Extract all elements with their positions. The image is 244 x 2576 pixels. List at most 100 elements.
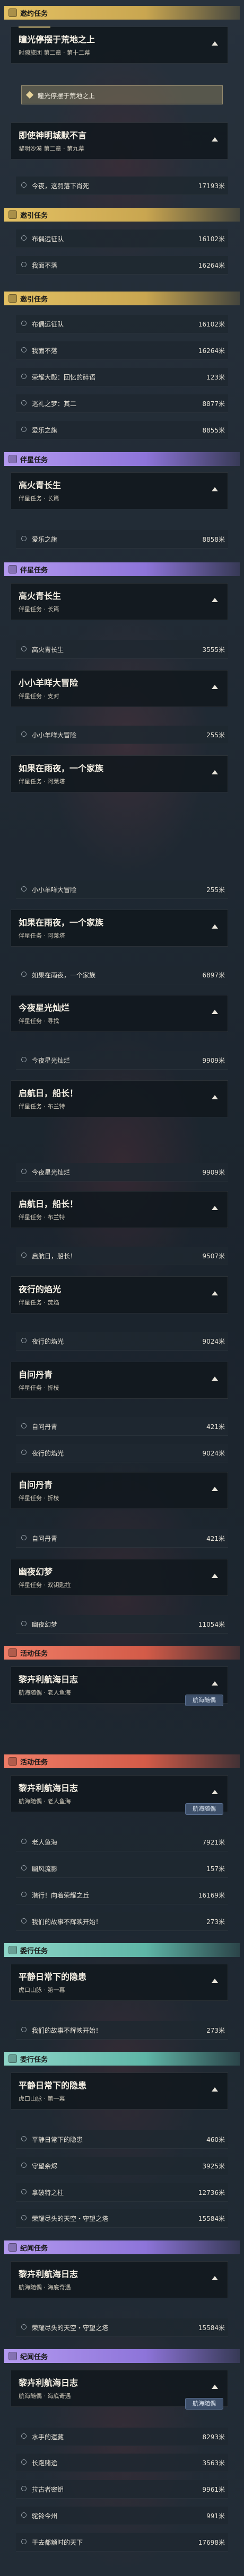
quest-step-row[interactable]: 自问丹青 421米 (16, 1529, 228, 1548)
collapse-arrow-icon[interactable] (212, 1487, 218, 1491)
quest-step-row[interactable]: 我们的故事不辉映开始！ 273米 (16, 1912, 228, 1931)
quest-step-row[interactable]: 荣耀尽头的天空・守望之塔 15584米 (16, 2318, 228, 2337)
quest-step-row[interactable]: 启航日，船长！ 9507米 (16, 1247, 228, 1265)
quest-step-row[interactable]: 幽夜幻梦 11054米 (16, 1615, 228, 1634)
quest-subtitle: 伴星任务 · 阿莱塔 (19, 932, 65, 939)
quest-title-card[interactable]: 小小羊咩大冒险 伴星任务 · 支对 (11, 670, 228, 707)
step-name: 平静日常下的隐患 (32, 2136, 83, 2143)
quest-title-card[interactable]: 如果在雨夜，一个家族 伴星任务 · 阿莱塔 (11, 755, 228, 792)
step-circle-icon (21, 2512, 27, 2518)
quest-title-card[interactable]: 自问丹青 伴星任务 · 折枝 (11, 1362, 228, 1399)
step-name: 今夜，这罚落下肖死 (32, 182, 90, 190)
collapse-arrow-icon[interactable] (212, 1979, 218, 1983)
collapse-arrow-icon[interactable] (212, 1010, 218, 1014)
collapse-arrow-icon[interactable] (212, 487, 218, 491)
collapse-arrow-icon[interactable] (212, 1681, 218, 1686)
collapse-arrow-icon[interactable] (212, 2087, 218, 2092)
collapse-arrow-icon[interactable] (212, 770, 218, 774)
quest-title-card[interactable]: 黎卉利航海日志 航海随偶 · 老人鱼海 航海随偶 (11, 1775, 228, 1815)
quest-step-row[interactable]: 巡礼之梦：其二 8877米 (16, 394, 228, 413)
collapse-arrow-icon[interactable] (212, 1377, 218, 1381)
quest-step-row[interactable]: 夜行的焰光 9024米 (16, 1332, 228, 1351)
step-distance: 255米 (206, 886, 225, 894)
category-label: 委行任务 (20, 2055, 48, 2064)
quest-step-row[interactable]: 潜行！向着荣耀之丘 16169米 (16, 1886, 228, 1904)
quest-title-card[interactable]: 瞳光停摆于荒地之上 时隙旅团 第二章 · 第十二幕 (11, 27, 228, 64)
collapse-arrow-icon[interactable] (212, 137, 218, 142)
collapse-arrow-icon[interactable] (212, 1291, 218, 1295)
quest-title-card[interactable]: 黎卉利航海日志 航海随偶 · 海底奇遇 (11, 2261, 228, 2298)
quest-title-card[interactable]: 幽夜幻梦 伴星任务 · 双钥匙拉 (11, 1559, 228, 1596)
step-circle-icon (21, 1338, 27, 1343)
quest-step-row[interactable]: 拉古者密钥 9961米 (16, 2480, 228, 2499)
quest-step-row[interactable]: 爱乐之旗 8858米 (16, 530, 228, 549)
quest-title-card[interactable]: 今夜星光灿烂 伴星任务 · 寻找 (11, 995, 228, 1032)
step-distance: 17698米 (198, 2539, 225, 2546)
quest-step-row[interactable]: 幽风流影 157米 (16, 1859, 228, 1878)
quest-subtitle: 航海随偶 · 老人鱼海 (19, 1798, 71, 1805)
quest-step-row[interactable]: 我们的故事不辉映开始！ 273米 (16, 2021, 228, 2040)
quest-title-card[interactable]: 黎卉利航海日志 航海随偶 · 海底奇遇 航海随偶 (11, 2370, 228, 2410)
step-name: 高火青长生 (32, 646, 64, 654)
quest-step-row[interactable]: 小小羊咩大冒险 255米 (16, 726, 228, 744)
quest-step-row[interactable]: 长跑赌途 3563米 (16, 2454, 228, 2472)
collapse-arrow-icon[interactable] (212, 2385, 218, 2389)
step-distance: 17193米 (198, 182, 225, 190)
category-label: 委行任务 (20, 1947, 48, 1955)
collapse-arrow-icon[interactable] (212, 1574, 218, 1578)
quest-title-card[interactable]: 如果在雨夜，一个家族 伴星任务 · 阿莱塔 (11, 910, 228, 947)
quest-step-row[interactable]: 我面不落 16264米 (16, 341, 228, 360)
step-name: 潜行！向着荣耀之丘 (32, 1892, 90, 1899)
collapse-arrow-icon[interactable] (212, 1095, 218, 1099)
collapse-arrow-icon[interactable] (212, 1790, 218, 1794)
quest-step-row[interactable]: 今夜星光灿烂 9909米 (16, 1051, 228, 1070)
collapse-arrow-icon[interactable] (212, 598, 218, 602)
quest-step-row[interactable]: 老人鱼海 7921米 (16, 1833, 228, 1851)
quest-step-row[interactable]: 于去都额时的天下 17698米 (16, 2533, 228, 2552)
quest-step-row[interactable]: 荣耀大殿：回忆的碎语 123米 (16, 368, 228, 386)
step-circle-icon (21, 400, 27, 405)
quest-title-card[interactable]: 平静日常下的隐患 虎口山脉 · 第一幕 (11, 2072, 228, 2110)
quest-step-row[interactable]: 高火青长生 3555米 (16, 640, 228, 659)
quest-title-card[interactable]: 高火青长生 伴星任务 · 长篇 (11, 583, 228, 620)
quest-step-row[interactable]: 今夜星光灿烂 9909米 (16, 1163, 228, 1181)
step-name: 巡礼之梦：其二 (32, 400, 77, 408)
step-name: 荣耀尽头的天空・守望之塔 (32, 2324, 109, 2332)
quest-title-card[interactable]: 黎卉利航海日志 航海随偶 · 老人鱼海 航海随偶 (11, 1666, 228, 1706)
quest-step-row[interactable]: 小小羊咩大冒险 255米 (16, 880, 228, 899)
quest-title-card[interactable]: 启航日，船长！ 伴星任务 · 布兰特 (11, 1191, 228, 1228)
collapse-arrow-icon[interactable] (212, 2276, 218, 2280)
quest-step-row[interactable]: 自问丹青 421米 (16, 1417, 228, 1436)
quest-title-card[interactable]: 启航日，船长！ 伴星任务 · 布兰特 (11, 1080, 228, 1117)
event-tag: 航海随偶 (185, 1695, 223, 1706)
quest-step-row[interactable]: 驼铃今州 991米 (16, 2507, 228, 2525)
quest-step-row[interactable]: 我面不落 16264米 (16, 256, 228, 275)
collapse-arrow-icon[interactable] (212, 924, 218, 929)
quest-title-card[interactable]: 高火青长生 伴星任务 · 长篇 (11, 472, 228, 509)
category-label: 邀约任务 (20, 10, 48, 18)
quest-step-row[interactable]: 爱乐之旗 8855米 (16, 421, 228, 439)
quest-subtitle: 伴星任务 · 折枝 (19, 1495, 59, 1502)
category-badge: 伴星任务 (4, 452, 240, 466)
quest-step-row[interactable]: 水手的遗藏 8293米 (16, 2428, 228, 2446)
quest-step-row[interactable]: 平静日常下的隐患 460米 (16, 2130, 228, 2149)
quest-title-card[interactable]: 即使神明城默不言 黎明沙漠 第二章 · 第九幕 (11, 122, 228, 160)
step-distance: 16264米 (198, 262, 225, 269)
quest-step-row[interactable]: 布偶远征队 16102米 (16, 315, 228, 333)
quest-step-row[interactable]: 今夜，这罚落下肖死 17193米 (16, 177, 228, 195)
quest-title-card[interactable]: 平静日常下的隐患 虎口山脉 · 第一幕 (11, 1964, 228, 2001)
quest-step-row[interactable]: 守望余烬 3925米 (16, 2157, 228, 2175)
quest-step-row[interactable]: 荣耀尽头的天空・守望之塔 15584米 (16, 2209, 228, 2228)
collapse-arrow-icon[interactable] (212, 1206, 218, 1210)
quest-subtitle: 伴星任务 · 双钥匙拉 (19, 1582, 71, 1589)
collapse-arrow-icon[interactable] (212, 685, 218, 689)
quest-title-card[interactable]: 自问丹青 伴星任务 · 折枝 (11, 1472, 228, 1509)
quest-step-row[interactable]: 拿破特之柱 12736米 (16, 2183, 228, 2202)
quest-step-row[interactable]: 夜行的焰光 9024米 (16, 1444, 228, 1462)
step-name: 启航日，船长！ (32, 1252, 77, 1260)
tracked-quest-button[interactable]: 瞳光停摆于荒地之上 (21, 85, 223, 104)
quest-title-card[interactable]: 夜行的焰光 伴星任务 · 焚焰 (11, 1276, 228, 1313)
quest-step-row[interactable]: 如果在雨夜，一个家族 6897米 (16, 966, 228, 984)
collapse-arrow-icon[interactable] (212, 41, 218, 46)
quest-step-row[interactable]: 布偶远征队 16102米 (16, 230, 228, 248)
